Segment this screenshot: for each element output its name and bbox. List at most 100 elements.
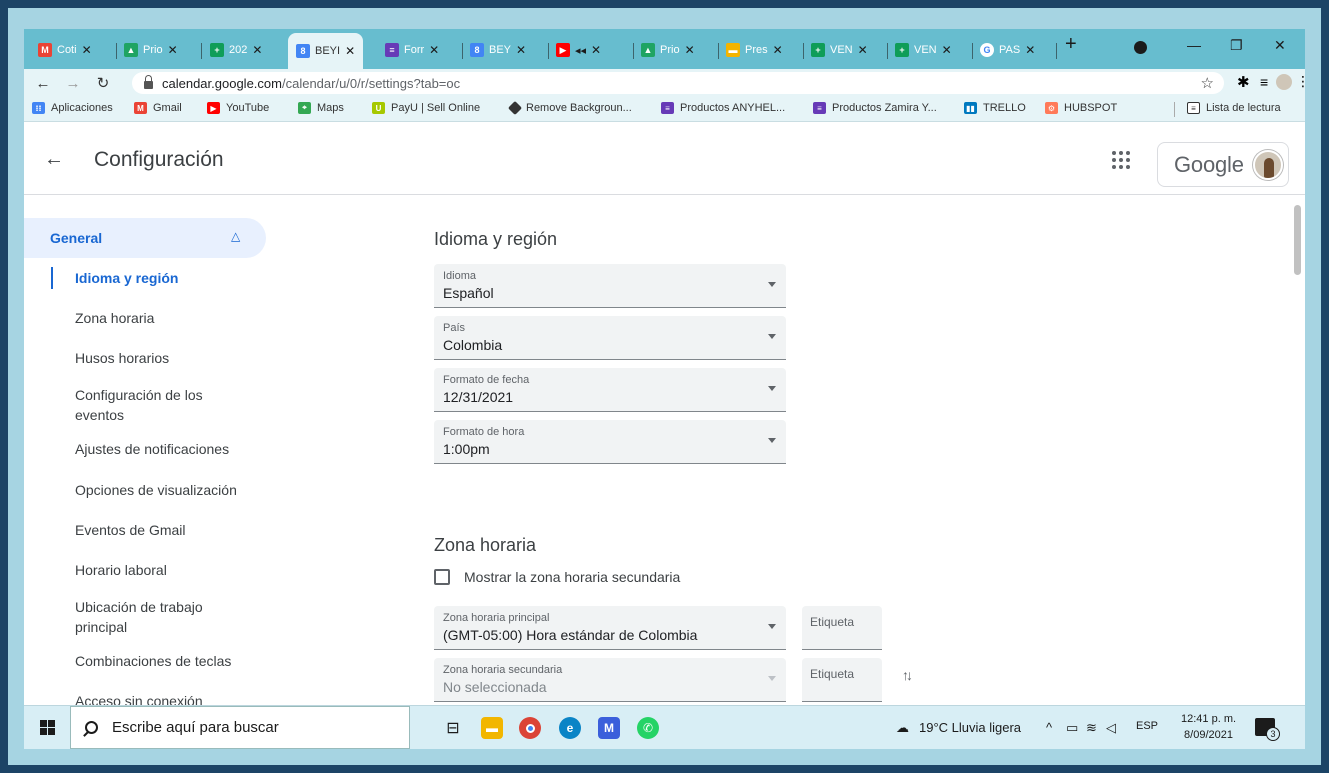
scrollbar-thumb[interactable] xyxy=(1294,205,1301,275)
app-m-icon[interactable]: M xyxy=(598,717,620,739)
tab-8[interactable]: ▲ Prio ✕ xyxy=(641,39,695,61)
reading-list-button[interactable]: ≡ Lista de lectura xyxy=(1187,102,1281,114)
tray-chevron-icon[interactable]: ^ xyxy=(1046,720,1052,735)
taskbar-search-input[interactable]: Escribe aquí para buscar xyxy=(70,706,410,749)
reading-list-icon[interactable]: ≡ xyxy=(1260,74,1268,90)
whatsapp-icon[interactable]: ✆ xyxy=(637,717,659,739)
forward-arrow-icon[interactable]: → xyxy=(62,75,84,92)
language-indicator[interactable]: ESP xyxy=(1136,720,1158,732)
windows-start-icon[interactable] xyxy=(40,720,55,735)
close-tab-icon[interactable]: ✕ xyxy=(591,43,601,57)
tab-separator xyxy=(887,43,888,59)
new-tab-button[interactable]: + xyxy=(1065,33,1077,56)
tab-4-active[interactable]: 8 BEYI ✕ xyxy=(288,33,364,69)
sidebar-section-general[interactable]: General ▽ xyxy=(24,218,266,258)
avatar xyxy=(1252,149,1283,180)
sidebar-item-ubicacion-trabajo[interactable]: Ubicación de trabajo principal xyxy=(75,597,235,637)
tab-12[interactable]: G PAS ✕ xyxy=(980,39,1035,61)
google-apps-icon[interactable] xyxy=(1112,151,1130,169)
weather-status[interactable]: 19°C Lluvia ligera xyxy=(919,720,1021,735)
close-tab-icon[interactable]: ✕ xyxy=(168,43,178,57)
label-input[interactable]: Etiqueta xyxy=(802,606,882,650)
close-tab-icon[interactable]: ✕ xyxy=(252,43,262,57)
bookmark-productos-anyhel[interactable]: ≡ Productos ANYHEL... xyxy=(661,102,785,114)
search-icon xyxy=(85,721,98,734)
gmail-icon: M xyxy=(134,102,147,114)
sidebar-item-eventos-gmail[interactable]: Eventos de Gmail xyxy=(75,520,245,540)
bookmark-star-icon[interactable]: ☆ xyxy=(1201,74,1214,92)
google-account-button[interactable]: Google xyxy=(1157,142,1289,187)
address-bar[interactable]: calendar.google.com/calendar/u/0/r/setti… xyxy=(132,72,1224,94)
close-tab-icon[interactable]: ✕ xyxy=(942,43,952,57)
formato-fecha-select[interactable]: Formato de fecha 12/31/2021 xyxy=(434,368,786,412)
formato-hora-select[interactable]: Formato de hora 1:00pm xyxy=(434,420,786,464)
page-scrollbar[interactable] xyxy=(1291,195,1305,705)
close-tab-icon[interactable]: ✕ xyxy=(858,43,868,57)
bookmark-hubspot[interactable]: ⚙ HUBSPOT xyxy=(1045,102,1117,114)
profile-dot-icon[interactable] xyxy=(1134,41,1147,54)
bookmark-gmail[interactable]: M Gmail xyxy=(134,102,182,114)
weather-icon[interactable]: ☁ xyxy=(896,720,909,736)
tab-3[interactable]: +202 ✕ xyxy=(210,39,262,61)
back-arrow-icon[interactable]: ← xyxy=(32,75,54,92)
close-tab-icon[interactable]: ✕ xyxy=(773,43,783,57)
tab-10[interactable]: + VEN ✕ xyxy=(811,39,868,61)
close-tab-icon[interactable]: ✕ xyxy=(429,43,439,57)
close-window-button[interactable]: ✕ xyxy=(1274,37,1286,54)
bookmark-youtube[interactable]: ▶ YouTube xyxy=(207,102,269,114)
sidebar-item-visualizacion[interactable]: Opciones de visualización xyxy=(75,480,275,500)
menu-dots-icon[interactable]: ⋮ xyxy=(1296,73,1305,90)
primary-timezone-select[interactable]: Zona horaria principal (GMT-05:00) Hora … xyxy=(434,606,786,650)
sidebar-item-notificaciones[interactable]: Ajustes de notificaciones xyxy=(75,439,245,459)
bookmark-maps[interactable]: ⌖ Maps xyxy=(298,102,344,114)
checkbox-box[interactable] xyxy=(434,569,450,585)
idioma-select[interactable]: Idioma Español xyxy=(434,264,786,308)
swap-timezones-icon[interactable]: ↑↓ xyxy=(902,667,913,683)
task-view-icon[interactable]: ⊟ xyxy=(442,717,464,739)
close-tab-icon[interactable]: ✕ xyxy=(516,43,526,57)
minimize-button[interactable]: — xyxy=(1187,37,1201,53)
sidebar-item-combinaciones-teclas[interactable]: Combinaciones de teclas xyxy=(75,651,275,671)
wifi-icon[interactable]: ≋ xyxy=(1086,720,1097,736)
close-tab-icon[interactable]: ✕ xyxy=(82,43,92,57)
tab-5[interactable]: ≡ Forr ✕ xyxy=(385,39,439,61)
label-input[interactable]: Etiqueta xyxy=(802,658,882,702)
pais-select[interactable]: País Colombia xyxy=(434,316,786,360)
tab-6[interactable]: 8 BEY ✕ xyxy=(470,39,526,61)
tab-strip: M Coti ✕ ▲ Prio ✕ +202 ✕ 8 BEYI ✕ ≡ Forr ✕ 8 BEY ✕ … xyxy=(24,29,1305,69)
chrome-icon[interactable] xyxy=(519,717,541,739)
sidebar-item-zona-horaria[interactable]: Zona horaria xyxy=(75,308,245,328)
bookmark-remove-bg[interactable]: Remove Backgroun... xyxy=(507,100,632,116)
trello-icon: ▮▮ xyxy=(964,102,977,114)
tab-1[interactable]: M Coti ✕ xyxy=(38,39,92,61)
tab-2[interactable]: ▲ Prio ✕ xyxy=(124,39,178,61)
tab-11[interactable]: + VEN ✕ xyxy=(895,39,952,61)
sidebar-item-idioma-region[interactable]: Idioma y región xyxy=(75,268,245,288)
back-arrow-icon[interactable]: ← xyxy=(44,148,64,171)
section-heading-zona-horaria: Zona horaria xyxy=(434,535,537,555)
battery-icon[interactable]: ▭ xyxy=(1066,720,1078,736)
close-tab-icon[interactable]: ✕ xyxy=(1025,43,1035,57)
bookmark-apps[interactable]: ⁝⁝ Aplicaciones xyxy=(32,102,113,114)
reload-icon[interactable]: ↻ xyxy=(92,74,114,92)
bookmark-productos-zamira[interactable]: ≡ Productos Zamira Y... xyxy=(813,102,937,114)
bookmark-trello[interactable]: ▮▮ TRELLO xyxy=(964,102,1026,114)
tab-9[interactable]: ▬ Pres ✕ xyxy=(726,39,783,61)
settings-sidebar: General ▽ Idioma y región Zona horaria H… xyxy=(24,195,424,709)
sidebar-item-husos-horarios[interactable]: Husos horarios xyxy=(75,348,245,368)
extensions-icon[interactable]: ✱ xyxy=(1237,73,1250,91)
secondary-timezone-checkbox[interactable]: Mostrar la zona horaria secundaria xyxy=(434,569,680,585)
file-explorer-icon[interactable]: ▬ xyxy=(481,717,503,739)
sidebar-item-horario-laboral[interactable]: Horario laboral xyxy=(75,560,245,580)
edge-icon[interactable]: e xyxy=(559,717,581,739)
restore-button[interactable]: ❐ xyxy=(1230,37,1243,54)
clock[interactable]: 12:41 p. m. 8/09/2021 xyxy=(1181,711,1236,743)
sidebar-item-configuracion-eventos[interactable]: Configuración de los eventos xyxy=(75,385,225,425)
close-tab-icon[interactable]: ✕ xyxy=(685,43,695,57)
profile-avatar[interactable] xyxy=(1276,74,1292,90)
close-tab-icon[interactable]: ✕ xyxy=(345,44,355,58)
tab-7[interactable]: ▶ ◂◂ ✕ xyxy=(556,39,601,61)
bookmark-payu[interactable]: U PayU | Sell Online xyxy=(372,102,480,114)
speaker-icon[interactable]: ◁ xyxy=(1106,720,1116,736)
notification-center-icon[interactable]: 3 xyxy=(1255,718,1280,741)
